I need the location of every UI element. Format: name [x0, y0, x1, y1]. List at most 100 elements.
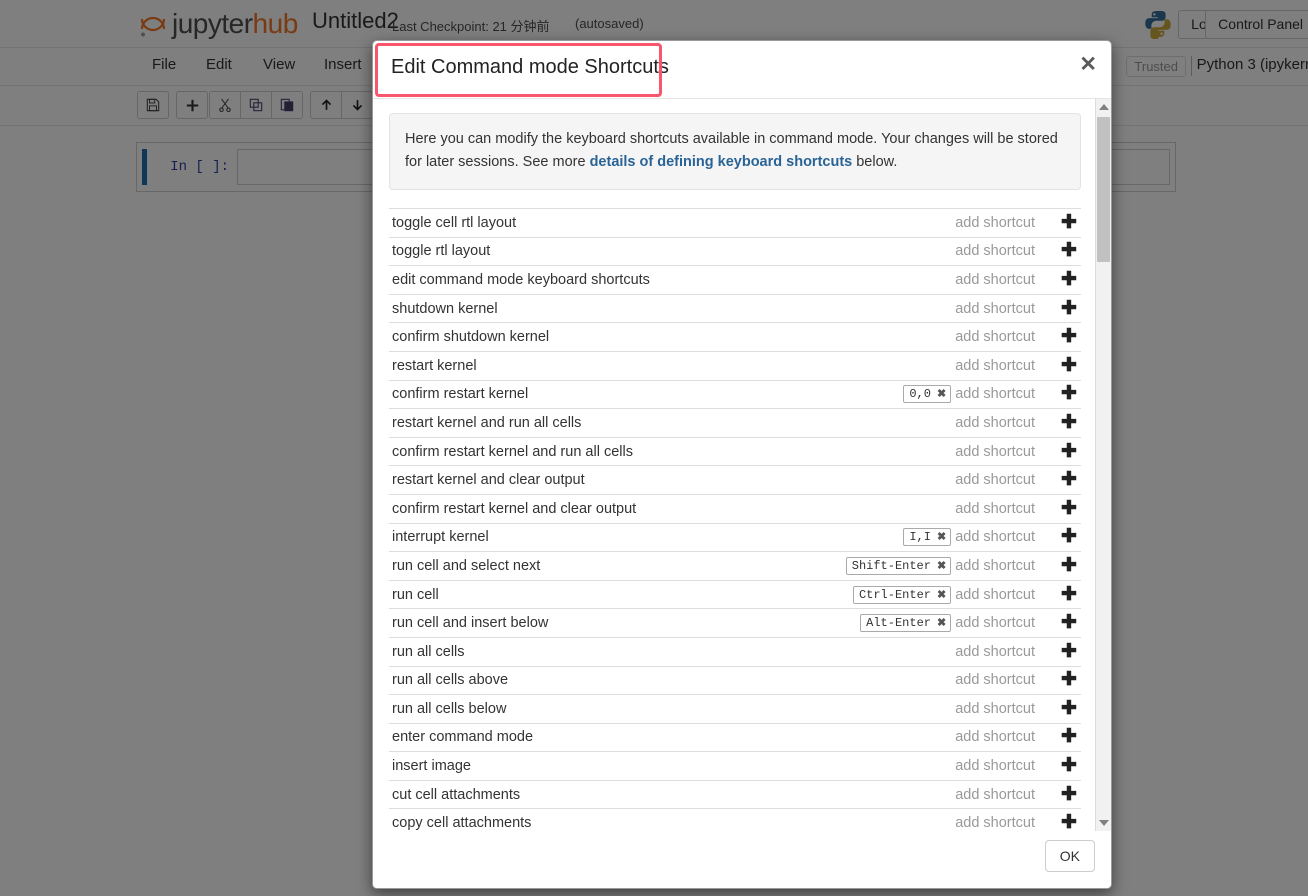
add-shortcut-button[interactable]: add shortcut	[955, 701, 1035, 717]
add-shortcut-plus-icon[interactable]: ✚	[1061, 499, 1077, 518]
add-shortcut-button[interactable]: add shortcut	[955, 615, 1035, 631]
add-shortcut-plus-icon[interactable]: ✚	[1061, 213, 1077, 232]
add-shortcut-plus-icon[interactable]: ✚	[1061, 727, 1077, 746]
add-shortcut-button[interactable]: add shortcut	[955, 386, 1035, 402]
add-shortcut-plus-icon[interactable]: ✚	[1061, 785, 1077, 804]
dialog-scrollbar[interactable]	[1095, 99, 1111, 831]
key-binding-text: I,I	[909, 530, 931, 545]
add-shortcut-plus-icon[interactable]: ✚	[1061, 585, 1077, 604]
add-shortcut-plus-icon[interactable]: ✚	[1061, 670, 1077, 689]
add-shortcut-plus-icon[interactable]: ✚	[1061, 813, 1077, 831]
add-shortcut-button[interactable]: add shortcut	[955, 644, 1035, 660]
add-shortcut-button[interactable]: add shortcut	[955, 587, 1035, 603]
shortcut-label: run cell and insert below	[392, 615, 549, 632]
add-shortcut-button[interactable]: add shortcut	[955, 787, 1035, 803]
scroll-down-icon[interactable]	[1096, 815, 1111, 831]
edit-shortcuts-dialog: Edit Command mode Shortcuts ✕ Here you c…	[372, 40, 1112, 889]
ok-button[interactable]: OK	[1044, 840, 1095, 872]
key-binding-text: 0,0	[909, 387, 931, 402]
add-shortcut-plus-icon[interactable]: ✚	[1061, 327, 1077, 346]
add-shortcut-button[interactable]: add shortcut	[955, 758, 1035, 774]
shortcut-label: run cell and select next	[392, 557, 541, 574]
shortcut-label: confirm restart kernel	[392, 386, 529, 403]
add-shortcut-plus-icon[interactable]: ✚	[1061, 470, 1077, 489]
add-shortcut-button[interactable]: add shortcut	[955, 729, 1035, 745]
shortcut-label: restart kernel and run all cells	[392, 414, 582, 431]
add-shortcut-button[interactable]: add shortcut	[955, 243, 1035, 259]
shortcut-row: copy cell attachments add shortcut ✚	[389, 809, 1081, 831]
add-shortcut-button[interactable]: add shortcut	[955, 501, 1035, 517]
shortcut-row: restart kernel and clear output add short…	[389, 466, 1081, 495]
add-shortcut-button[interactable]: add shortcut	[955, 558, 1035, 574]
shortcut-label: enter command mode	[392, 729, 534, 746]
shortcut-label: copy cell attachments	[392, 815, 532, 831]
add-shortcut-plus-icon[interactable]: ✚	[1061, 527, 1077, 546]
shortcuts-docs-link[interactable]: details of defining keyboard shortcuts	[590, 154, 853, 170]
close-icon[interactable]: ✕	[1079, 54, 1097, 75]
key-binding-badge[interactable]: I,I ✖	[903, 528, 952, 547]
add-shortcut-button[interactable]: add shortcut	[955, 415, 1035, 431]
shortcut-keys: 0,0 ✖	[903, 385, 952, 404]
add-shortcut-button[interactable]: add shortcut	[955, 529, 1035, 545]
shortcut-label: restart kernel and clear output	[392, 472, 585, 489]
add-shortcut-plus-icon[interactable]: ✚	[1061, 699, 1077, 718]
add-shortcut-plus-icon[interactable]: ✚	[1061, 756, 1077, 775]
dialog-title: Edit Command mode Shortcuts	[391, 56, 669, 78]
add-shortcut-button[interactable]: add shortcut	[955, 672, 1035, 688]
shortcut-label: confirm restart kernel and run all cells	[392, 443, 633, 460]
remove-key-icon[interactable]: ✖	[937, 616, 946, 630]
remove-key-icon[interactable]: ✖	[937, 559, 946, 573]
dialog-body: Here you can modify the keyboard shortcu…	[373, 99, 1111, 831]
remove-key-icon[interactable]: ✖	[937, 530, 946, 544]
add-shortcut-plus-icon[interactable]: ✚	[1061, 413, 1077, 432]
shortcut-row: run all cells add shortcut ✚	[389, 638, 1081, 667]
shortcut-label: interrupt kernel	[392, 529, 489, 546]
shortcut-label: toggle rtl layout	[392, 243, 491, 260]
remove-key-icon[interactable]: ✖	[937, 387, 946, 401]
shortcut-label: run all cells above	[392, 672, 509, 689]
add-shortcut-plus-icon[interactable]: ✚	[1061, 613, 1077, 632]
dialog-header: Edit Command mode Shortcuts ✕	[373, 41, 1111, 99]
add-shortcut-plus-icon[interactable]: ✚	[1061, 299, 1077, 318]
add-shortcut-plus-icon[interactable]: ✚	[1061, 642, 1077, 661]
add-shortcut-button[interactable]: add shortcut	[955, 444, 1035, 460]
add-shortcut-plus-icon[interactable]: ✚	[1061, 356, 1077, 375]
shortcut-row: confirm restart kernel and clear output a…	[389, 495, 1081, 524]
key-binding-badge[interactable]: Shift-Enter ✖	[845, 556, 952, 575]
key-binding-text: Alt-Enter	[866, 616, 931, 631]
remove-key-icon[interactable]: ✖	[937, 588, 946, 602]
shortcut-row: run cell Ctrl-Enter ✖ add shortcut ✚	[389, 581, 1081, 610]
shortcut-row: confirm restart kernel and run all cells…	[389, 438, 1081, 467]
add-shortcut-plus-icon[interactable]: ✚	[1061, 270, 1077, 289]
shortcut-row: run all cells below add shortcut ✚	[389, 695, 1081, 724]
key-binding-badge[interactable]: 0,0 ✖	[903, 385, 952, 404]
key-binding-text: Ctrl-Enter	[858, 587, 931, 602]
add-shortcut-button[interactable]: add shortcut	[955, 272, 1035, 288]
add-shortcut-plus-icon[interactable]: ✚	[1061, 442, 1077, 461]
shortcut-row: confirm shutdown kernel add shortcut ✚	[389, 323, 1081, 352]
add-shortcut-plus-icon[interactable]: ✚	[1061, 384, 1077, 403]
key-binding-badge[interactable]: Ctrl-Enter ✖	[852, 585, 952, 604]
shortcut-row: run all cells above add shortcut ✚	[389, 667, 1081, 696]
add-shortcut-button[interactable]: add shortcut	[955, 815, 1035, 831]
add-shortcut-plus-icon[interactable]: ✚	[1061, 241, 1077, 260]
add-shortcut-button[interactable]: add shortcut	[955, 301, 1035, 317]
add-shortcut-button[interactable]: add shortcut	[955, 358, 1035, 374]
shortcut-label: restart kernel	[392, 357, 477, 374]
shortcut-list: toggle cell rtl layout add shortcut ✚ toggl…	[389, 208, 1081, 831]
key-binding-badge[interactable]: Alt-Enter ✖	[860, 614, 952, 633]
shortcut-row: restart kernel add shortcut ✚	[389, 352, 1081, 381]
shortcut-label: run cell	[392, 586, 439, 603]
shortcut-label: run all cells below	[392, 700, 507, 717]
shortcut-label: insert image	[392, 758, 471, 775]
shortcut-row: edit command mode keyboard shortcuts add …	[389, 266, 1081, 295]
shortcut-label: cut cell attachments	[392, 786, 521, 803]
scrollbar-thumb[interactable]	[1097, 117, 1110, 262]
shortcut-keys: Shift-Enter ✖	[845, 556, 952, 575]
add-shortcut-button[interactable]: add shortcut	[955, 472, 1035, 488]
add-shortcut-button[interactable]: add shortcut	[955, 215, 1035, 231]
add-shortcut-plus-icon[interactable]: ✚	[1061, 556, 1077, 575]
add-shortcut-button[interactable]: add shortcut	[955, 329, 1035, 345]
scroll-up-icon[interactable]	[1096, 99, 1111, 115]
shortcut-row: run cell and insert below Alt-Enter ✖ add s…	[389, 609, 1081, 638]
